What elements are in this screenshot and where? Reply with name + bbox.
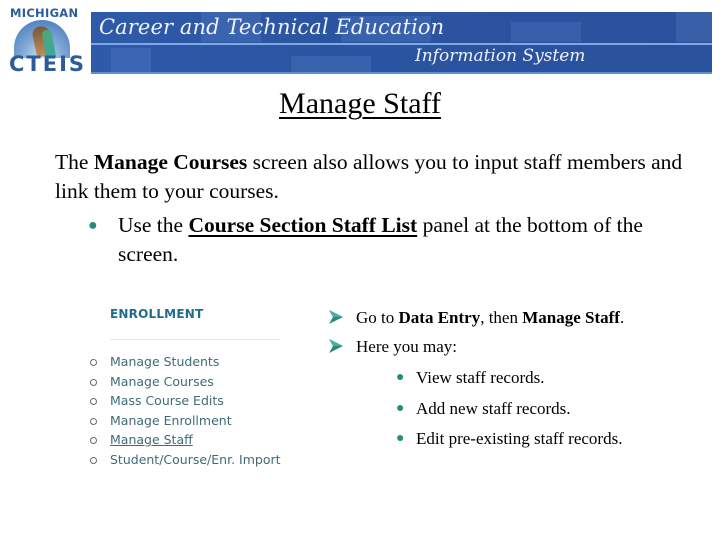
sub-step-text: Add new staff records. [416, 398, 571, 418]
intro-paragraph: The Manage Courses screen also allows yo… [55, 148, 695, 206]
page-title: Manage Staff [0, 86, 720, 122]
logo-michigan-text: MICHIGAN [10, 6, 79, 20]
step1-data-entry: Data Entry [398, 308, 481, 327]
menu-item-manage-staff[interactable]: Manage Staff [84, 430, 284, 450]
sub-step-edit: ● Edit pre-existing staff records. [328, 424, 708, 455]
circle-bullet-icon [90, 398, 97, 405]
menu-item-label: Manage Enrollment [110, 412, 232, 428]
steps-list: Go to Data Entry, then Manage Staff. Her… [328, 303, 708, 455]
circle-bullet-icon [90, 359, 97, 366]
menu-item-label: Manage Staff [110, 432, 193, 447]
menu-item-label: Student/Course/Enr. Import [110, 451, 281, 467]
circle-bullet-icon [90, 417, 97, 425]
menu-item-manage-courses[interactable]: Manage Courses [84, 372, 284, 392]
menu-item-mass-course-edits[interactable]: Mass Course Edits [84, 391, 284, 411]
step1-middle: , then [480, 308, 523, 327]
step1-suffix: . [619, 308, 625, 327]
step1-manage-staff: Manage Staff [522, 308, 620, 327]
intro-bold-manage-courses: Manage Courses [93, 150, 248, 174]
sub-step-text: Edit pre-existing staff records. [416, 429, 623, 448]
step1-prefix: Go to [356, 308, 399, 327]
sub-step-add: ● Add new staff records. [328, 394, 708, 425]
menu-item-student-course-enr-import[interactable]: Student/Course/Enr. Import [84, 450, 284, 470]
intro-prefix: The [55, 150, 94, 174]
cteis-logo: MICHIGAN CTEIS [6, 6, 90, 76]
menu-item-label: Mass Course Edits [110, 393, 224, 408]
intro-bullet: ● Use the Course Section Staff List pane… [88, 211, 688, 269]
enrollment-menu-list: Manage Students Manage Courses Mass Cour… [84, 352, 284, 469]
banner-subtitle: Information System [415, 46, 586, 66]
circle-bullet-icon [90, 456, 97, 464]
step-go-to-data-entry: Go to Data Entry, then Manage Staff. [328, 303, 708, 332]
step-here-you-may: Here you may: [328, 332, 708, 361]
menu-item-manage-students[interactable]: Manage Students [84, 352, 284, 372]
bullet-prefix: Use the [118, 213, 189, 237]
bullet-dot-icon: ● [396, 431, 405, 446]
page-title-text: Manage Staff [279, 87, 441, 120]
bullet-dot-icon: ● [396, 400, 405, 416]
enrollment-menu-panel: ENROLLMENT Manage Students Manage Course… [84, 296, 284, 472]
sub-steps-list: ● View staff records. ● Add new staff re… [328, 363, 708, 455]
arrow-bullet-icon [329, 339, 343, 353]
banner-title: Career and Technical Education [99, 15, 445, 39]
enrollment-heading: ENROLLMENT [110, 307, 204, 321]
circle-bullet-icon [90, 378, 97, 386]
enrollment-divider [110, 339, 280, 340]
header-banner: Career and Technical Education Informati… [91, 12, 712, 74]
step2-text: Here you may: [356, 337, 458, 356]
circle-bullet-icon [90, 437, 97, 444]
menu-item-manage-enrollment[interactable]: Manage Enrollment [84, 411, 284, 431]
arrow-bullet-icon [329, 310, 343, 324]
logo-cteis-text: CTEIS [9, 52, 87, 76]
bullet-dot-icon: ● [88, 217, 98, 234]
bullet-dot-icon: ● [396, 370, 405, 385]
menu-item-label: Manage Courses [110, 373, 214, 389]
menu-item-label: Manage Students [110, 354, 220, 369]
sub-step-view: ● View staff records. [328, 363, 708, 394]
course-section-staff-list-label: Course Section Staff List [188, 213, 418, 237]
sub-step-text: View staff records. [416, 368, 545, 387]
